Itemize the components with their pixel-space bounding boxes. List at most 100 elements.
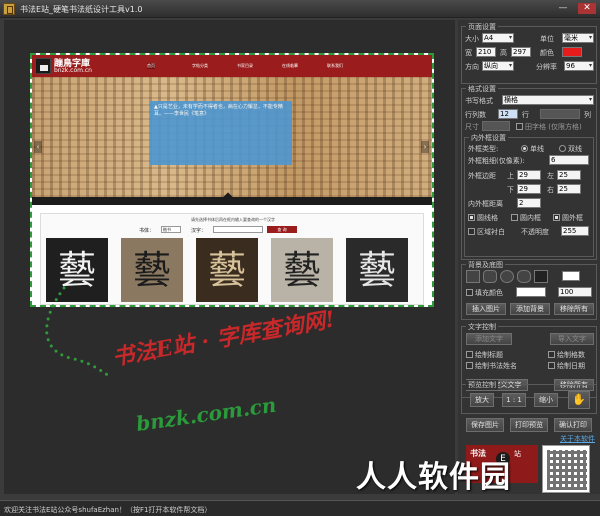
- grid-size-field[interactable]: [482, 121, 510, 131]
- width-label: 宽: [465, 49, 472, 57]
- insert-image-button[interactable]: 插入图片: [466, 303, 506, 315]
- background-group: 背景及底图 填充颜色 100 插入图片 添加背景 移除所有: [461, 260, 597, 320]
- inner-margin-field[interactable]: 2: [517, 198, 541, 208]
- circle-line-label: 圆线格: [477, 214, 498, 222]
- settings-panel: 页面设置 大小 A4 单位 毫米 宽 210 高 297 颜色 方向 纵向 分辨…: [458, 20, 600, 494]
- outer-margin-label: 外框边距: [468, 172, 496, 180]
- actual-size-button[interactable]: 1 : 1: [502, 393, 526, 407]
- preview-control-group: 预览控制 放大 1 : 1 缩小 ✋: [461, 380, 597, 414]
- draw-title-label: 绘制标题: [475, 351, 503, 359]
- rows-label: 行列数: [465, 111, 486, 119]
- row-unit: 行: [522, 111, 529, 119]
- outer-thickness-field[interactable]: 6: [549, 155, 589, 165]
- zoom-out-button[interactable]: 缩小: [534, 393, 558, 407]
- inner-margin-label: 内外框距离: [468, 200, 503, 208]
- qr-code-icon: [542, 445, 590, 493]
- print-preview-button[interactable]: 打印预览: [510, 418, 548, 432]
- draw-title-checkbox[interactable]: [466, 351, 473, 358]
- col-unit: 列: [584, 111, 591, 119]
- circle-shape-icon[interactable]: [500, 270, 514, 283]
- fill-value-field[interactable]: 100: [558, 287, 592, 297]
- size-select[interactable]: A4: [482, 33, 514, 43]
- opacity-field[interactable]: 255: [561, 226, 589, 236]
- opacity-label: 不透明度: [521, 228, 549, 236]
- height-label: 高: [500, 49, 507, 57]
- double-line-label: 双线: [568, 145, 582, 153]
- grid-settings-group: 格式设置 书写格式 横格 行列数 12 行 列 尺寸 田字格 (仅限方格) 内外…: [461, 84, 597, 260]
- outer-frame-checkbox[interactable]: [553, 214, 560, 221]
- fill-color-label: 填充颜色: [475, 289, 503, 297]
- rounded-shape-icon[interactable]: [483, 270, 497, 283]
- outer-thickness-label: 外框粗细(仅像素):: [468, 157, 525, 165]
- margin-top-field[interactable]: 29: [517, 170, 541, 180]
- watermark: 人人软件园: [356, 460, 511, 495]
- cols-field[interactable]: [540, 109, 580, 119]
- fill-color-checkbox[interactable]: [466, 289, 473, 296]
- style-label: 书写格式: [465, 97, 493, 105]
- rows-field[interactable]: 12: [498, 109, 518, 119]
- double-line-radio[interactable]: [559, 145, 566, 152]
- margin-right-field[interactable]: 25: [557, 184, 581, 194]
- add-text-button[interactable]: 添加文字: [466, 333, 512, 345]
- bottom-label: 下: [507, 186, 514, 194]
- group-title: 页面设置: [466, 22, 498, 32]
- add-background-button[interactable]: 添加背景: [510, 303, 550, 315]
- draw-page-no-checkbox[interactable]: [548, 351, 555, 358]
- resolution-select[interactable]: 96: [564, 61, 594, 71]
- status-bar: 欢迎关注书法E站公众号shufaEzhan！（按F1打开本软件帮文档）: [0, 500, 600, 516]
- unit-label: 单位: [540, 35, 554, 43]
- left-label: 左: [547, 172, 554, 180]
- area-fill-checkbox[interactable]: [468, 228, 475, 235]
- top-label: 上: [507, 172, 514, 180]
- margin-left-field[interactable]: 25: [557, 170, 581, 180]
- group-title: 内外框设置: [469, 133, 508, 143]
- oval-shape-icon[interactable]: [517, 270, 531, 283]
- margin-bottom-field[interactable]: 29: [517, 184, 541, 194]
- outer-type-label: 外框类型:: [468, 145, 499, 153]
- about-link[interactable]: 关于本软件: [560, 434, 595, 444]
- fill-color-swatch[interactable]: [516, 287, 546, 297]
- draw-author-label: 绘制书法姓名: [475, 362, 517, 370]
- direction-select[interactable]: 纵向: [482, 61, 514, 71]
- square-grid-checkbox[interactable]: [516, 123, 523, 130]
- brand-text: 站: [514, 450, 521, 458]
- zoom-in-button[interactable]: 放大: [470, 393, 494, 407]
- inner-frame-checkbox[interactable]: [511, 214, 518, 221]
- unit-select[interactable]: 毫米: [562, 33, 594, 43]
- direction-label: 方向: [465, 63, 479, 71]
- close-button[interactable]: ✕: [578, 3, 596, 14]
- right-label: 右: [547, 186, 554, 194]
- draw-date-label: 绘制日期: [557, 362, 585, 370]
- border-settings-group: 内外框设置 外框类型: 单线 双线 外框粗细(仅像素): 6 外框边距 上 29…: [464, 133, 594, 257]
- draw-author-checkbox[interactable]: [466, 362, 473, 369]
- page-color-swatch[interactable]: [562, 47, 582, 57]
- group-title: 背景及底图: [466, 260, 505, 270]
- save-image-button[interactable]: 保存图片: [466, 418, 504, 432]
- color-label: 颜色: [540, 49, 554, 57]
- resolution-label: 分辨率: [536, 63, 557, 71]
- draw-page-no-label: 绘制格数: [557, 351, 585, 359]
- outer-frame-label: 圆外框: [562, 214, 583, 222]
- page-settings-group: 页面设置 大小 A4 单位 毫米 宽 210 高 297 颜色 方向 纵向 分辨…: [461, 22, 597, 84]
- circle-line-checkbox[interactable]: [468, 214, 475, 221]
- remove-all-background-button[interactable]: 移除所有: [554, 303, 594, 315]
- size-label: 大小: [465, 35, 479, 43]
- square-grid-label: 田字格 (仅限方格): [525, 123, 582, 131]
- height-field[interactable]: 297: [511, 47, 531, 57]
- style-select[interactable]: 横格: [502, 95, 594, 105]
- minimize-button[interactable]: —: [556, 3, 570, 14]
- group-title: 预览控制: [466, 380, 498, 390]
- draw-date-checkbox[interactable]: [548, 362, 555, 369]
- confirm-print-button[interactable]: 确认打印: [554, 418, 592, 432]
- status-text: 欢迎关注书法E站公众号shufaEzhan！（按F1打开本软件帮文档）: [4, 506, 212, 514]
- single-line-label: 单线: [530, 145, 544, 153]
- background-color-swatch[interactable]: [562, 271, 580, 281]
- inner-frame-label: 圆内框: [520, 214, 541, 222]
- single-line-radio[interactable]: [521, 145, 528, 152]
- square-shape-icon[interactable]: [466, 270, 480, 283]
- import-text-button[interactable]: 导入文字: [550, 333, 594, 345]
- width-field[interactable]: 210: [476, 47, 496, 57]
- group-title: 文字控制: [466, 322, 498, 332]
- frame-shape-icon[interactable]: [534, 270, 548, 283]
- hand-icon[interactable]: ✋: [568, 391, 590, 409]
